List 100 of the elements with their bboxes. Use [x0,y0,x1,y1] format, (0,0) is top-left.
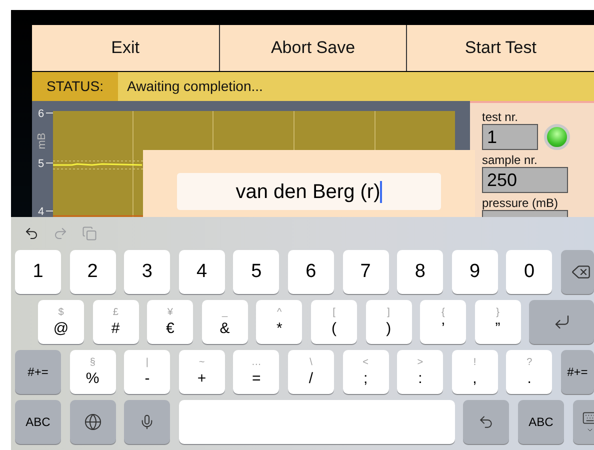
key-label: ( [331,320,336,337]
undo-icon [478,414,494,430]
microphone-key[interactable] [124,400,170,444]
key-alt-label: £ [112,307,118,319]
globe-icon [84,413,102,431]
key-label: : [418,370,422,387]
key-alt-label: ^ [277,307,282,319]
key-label: = [252,370,261,387]
mode-key[interactable]: ABC [15,400,61,444]
key-label: % [86,370,100,387]
undo-icon[interactable] [24,226,39,241]
key[interactable]: 6 [288,250,334,294]
key[interactable]: 7 [342,250,389,294]
mode-key[interactable]: #+= [560,350,594,394]
key[interactable]: ^ * [256,300,302,344]
key-label: 9 [469,260,480,284]
number-field[interactable]: 250 [482,167,568,193]
key[interactable]: 9 [452,250,498,294]
key[interactable]: ? . [506,350,552,394]
key-alt-label: ] [387,307,390,319]
key-alt-label: ? [526,357,532,369]
name-field[interactable]: van den Berg (r) [177,173,441,210]
key[interactable]: 0 [506,250,552,294]
undo-key[interactable] [463,400,510,444]
key-label: * [276,320,282,337]
mode-key[interactable]: ABC [518,400,564,444]
key-alt-label: … [251,357,262,369]
key-label: 0 [524,260,535,284]
key[interactable]: [ ( [310,300,357,344]
key-label: 1 [32,260,44,284]
key-label: 5 [251,260,262,284]
key-alt-label: \ [310,357,312,369]
key[interactable]: 2 [70,250,116,294]
key-label: 2 [87,260,98,284]
key-label: 8 [414,260,426,284]
key-alt-label: < [362,357,368,369]
key-label: , [472,370,477,387]
key[interactable]: < ; [342,350,389,394]
key[interactable]: | - [124,350,170,394]
key[interactable]: £ # [92,300,139,344]
text-cursor [380,180,382,202]
key[interactable]: { ’ [420,300,466,344]
key[interactable]: $ @ [38,300,84,344]
key-alt-label: _ [222,307,228,319]
mode-key[interactable]: #+= [15,350,61,394]
key-label: / [308,370,314,387]
axis-label: mB [36,132,48,150]
key[interactable]: ¥ € [147,300,194,344]
return-icon [552,313,571,331]
key[interactable]: ] ) [366,300,412,344]
key-alt-label: ~ [198,357,205,369]
key[interactable]: 4 [178,250,225,294]
tick-label: 6 [38,108,44,120]
tick-label: 4 [38,206,44,217]
key-label: ) [386,320,392,337]
key-label: 3 [142,260,152,284]
key-label: + [197,370,206,387]
key-label: & [220,320,230,337]
number-field[interactable]: 1 [482,124,538,150]
delete-key[interactable] [560,250,594,294]
key-alt-label: ¥ [167,307,173,319]
tick-label: 5 [38,158,44,170]
key[interactable]: 5 [233,250,280,294]
key-label: 6 [306,260,316,284]
key-alt-label: | [146,357,148,369]
key-label: ; [363,370,368,387]
key[interactable]: 1 [15,250,61,294]
status-message: Awaiting completion... [126,77,263,96]
field-label: test nr. [482,111,520,124]
key[interactable]: \ / [288,350,334,394]
key-alt-label: > [417,357,424,369]
key-alt-label: } [496,307,500,319]
key-label: ” [495,320,500,337]
key-alt-label: $ [58,307,64,319]
key-label: . [527,370,532,387]
key[interactable]: ~ + [178,350,225,394]
field-label: sample nr. [482,154,538,167]
key[interactable]: § % [70,350,116,394]
key-label: € [166,320,174,337]
globe-key[interactable] [70,400,116,444]
key-label: @ [53,320,69,337]
key-label: - [144,370,150,387]
key[interactable]: > : [397,350,444,394]
key[interactable]: … = [233,350,280,394]
key[interactable]: ! , [452,350,498,394]
hide-keyboard-key[interactable] [572,400,594,444]
field-label: pressure (mB) [482,197,560,210]
key[interactable]: _ & [202,300,248,344]
key[interactable]: 3 [124,250,170,294]
key-label: ’ [441,320,445,337]
key-label: 4 [196,260,208,284]
name-value: van den Berg (r) [236,180,380,204]
key-alt-label: [ [332,307,336,319]
key[interactable]: } ” [474,300,521,344]
key-alt-label: ! [473,357,476,369]
key-alt-label: § [90,357,96,369]
status-label: STATUS: [32,72,118,101]
key[interactable]: 8 [397,250,444,294]
key-label: # [111,320,120,337]
key-label: 7 [360,260,371,284]
